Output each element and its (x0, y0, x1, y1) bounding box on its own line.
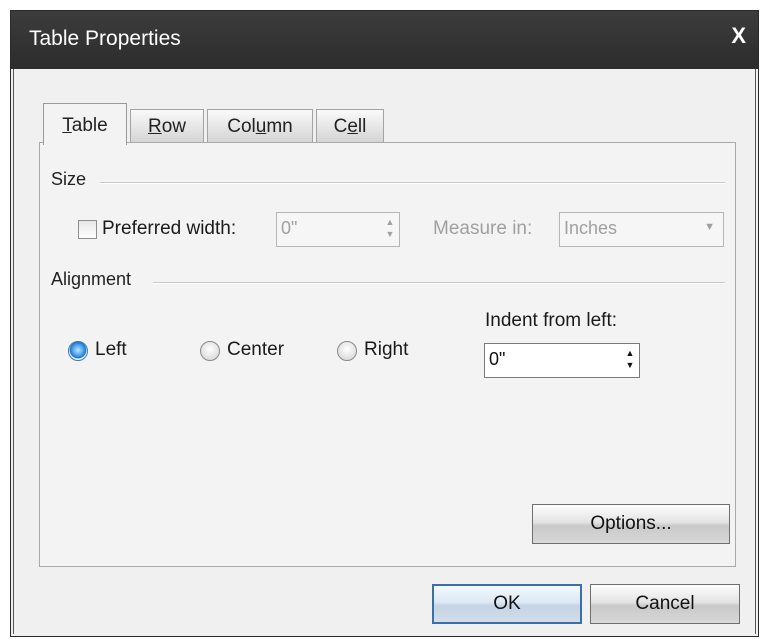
title-bar[interactable]: Table Properties X (11, 11, 758, 69)
size-group-label: Size (51, 169, 87, 189)
alignment-group-label: Alignment (51, 269, 132, 289)
tab-table-mnemonic: T (62, 115, 72, 136)
ok-button[interactable]: OK (432, 584, 582, 624)
align-center-label: Center (227, 339, 285, 360)
tab-column-label-pre: Col (227, 116, 256, 137)
tab-column-mnemonic: u (255, 116, 267, 137)
align-right-radio[interactable] (337, 341, 357, 361)
preferred-width-value: 0" (281, 218, 298, 238)
dialog-body: Table Row Column Cell Size Preferred wid… (13, 69, 756, 634)
tab-cell-label-rest: ll (357, 116, 367, 137)
preferred-width-field[interactable]: 0" ▲ ▼ (276, 212, 400, 247)
alignment-group-divider (153, 282, 725, 284)
spin-arrows-icon[interactable]: ▲ ▼ (384, 216, 396, 243)
tab-table-label: able (71, 115, 108, 136)
tab-row-label: ow (161, 116, 187, 137)
preferred-width-checkbox[interactable] (78, 220, 97, 239)
table-tab-panel: Size Preferred width: 0" ▲ ▼ Measure in: … (39, 142, 736, 567)
measure-in-value: Inches (564, 218, 618, 238)
cancel-button[interactable]: Cancel (590, 584, 740, 624)
tab-row[interactable]: Row (130, 109, 204, 143)
indent-spin-arrows-icon[interactable]: ▲ ▼ (624, 347, 636, 374)
align-left-radio[interactable] (68, 341, 88, 361)
dropdown-arrow-icon: ▼ (704, 221, 715, 233)
tab-cell[interactable]: Cell (316, 109, 384, 143)
align-right-label: Right (364, 339, 409, 360)
dialog-title: Table Properties (29, 27, 181, 50)
measure-in-select[interactable]: Inches ▼ (559, 212, 724, 247)
tab-table[interactable]: Table (43, 103, 127, 145)
close-icon[interactable]: X (731, 23, 746, 49)
size-group-divider (100, 182, 725, 184)
align-center-radio[interactable] (200, 341, 220, 361)
tab-column-label-rest: mn (266, 116, 293, 137)
indent-from-left-label: Indent from left: (485, 310, 618, 331)
indent-from-left-value: 0" (489, 349, 506, 369)
options-button[interactable]: Options... (532, 504, 730, 544)
measure-in-label: Measure in: (433, 218, 533, 239)
indent-from-left-field[interactable]: 0" ▲ ▼ (484, 343, 640, 378)
table-properties-dialog: Table Properties X Table Row Column Cell… (10, 10, 759, 637)
align-left-label: Left (95, 339, 127, 360)
tab-row-mnemonic: R (147, 116, 162, 137)
tab-column[interactable]: Column (207, 109, 313, 143)
tab-cell-mnemonic: e (347, 116, 358, 137)
preferred-width-label: Preferred width: (102, 218, 237, 239)
tab-cell-label-pre: C (333, 116, 348, 137)
